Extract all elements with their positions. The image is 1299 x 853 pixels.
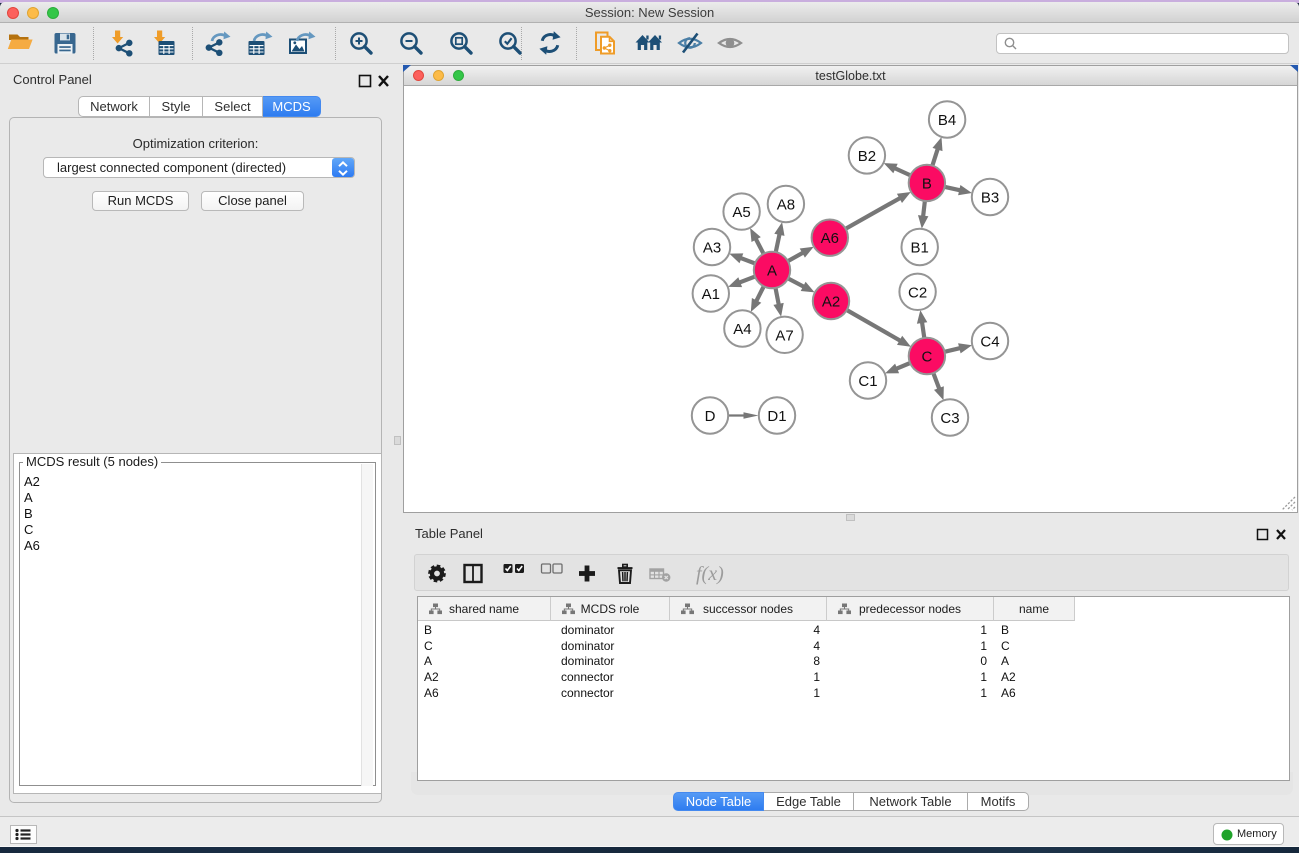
svg-text:D: D bbox=[705, 408, 716, 425]
svg-text:A6: A6 bbox=[821, 230, 839, 247]
svg-text:C4: C4 bbox=[980, 334, 999, 351]
svg-text:A3: A3 bbox=[703, 240, 721, 257]
svg-text:C3: C3 bbox=[940, 410, 959, 427]
svg-text:C: C bbox=[921, 349, 932, 366]
svg-text:B1: B1 bbox=[911, 240, 929, 257]
svg-text:C1: C1 bbox=[858, 373, 877, 390]
svg-text:A8: A8 bbox=[777, 197, 795, 214]
svg-text:B2: B2 bbox=[858, 148, 876, 165]
svg-text:C2: C2 bbox=[908, 284, 927, 301]
svg-text:A2: A2 bbox=[822, 294, 840, 311]
svg-text:A5: A5 bbox=[732, 204, 750, 221]
svg-text:B4: B4 bbox=[938, 112, 956, 129]
svg-text:f(x): f(x) bbox=[696, 563, 724, 585]
svg-text:B3: B3 bbox=[981, 190, 999, 207]
svg-text:A4: A4 bbox=[733, 321, 751, 338]
svg-text:A1: A1 bbox=[702, 286, 720, 303]
svg-text:D1: D1 bbox=[767, 408, 786, 425]
svg-text:A: A bbox=[767, 263, 777, 280]
svg-text:B: B bbox=[922, 175, 932, 192]
svg-text:A7: A7 bbox=[775, 327, 793, 344]
